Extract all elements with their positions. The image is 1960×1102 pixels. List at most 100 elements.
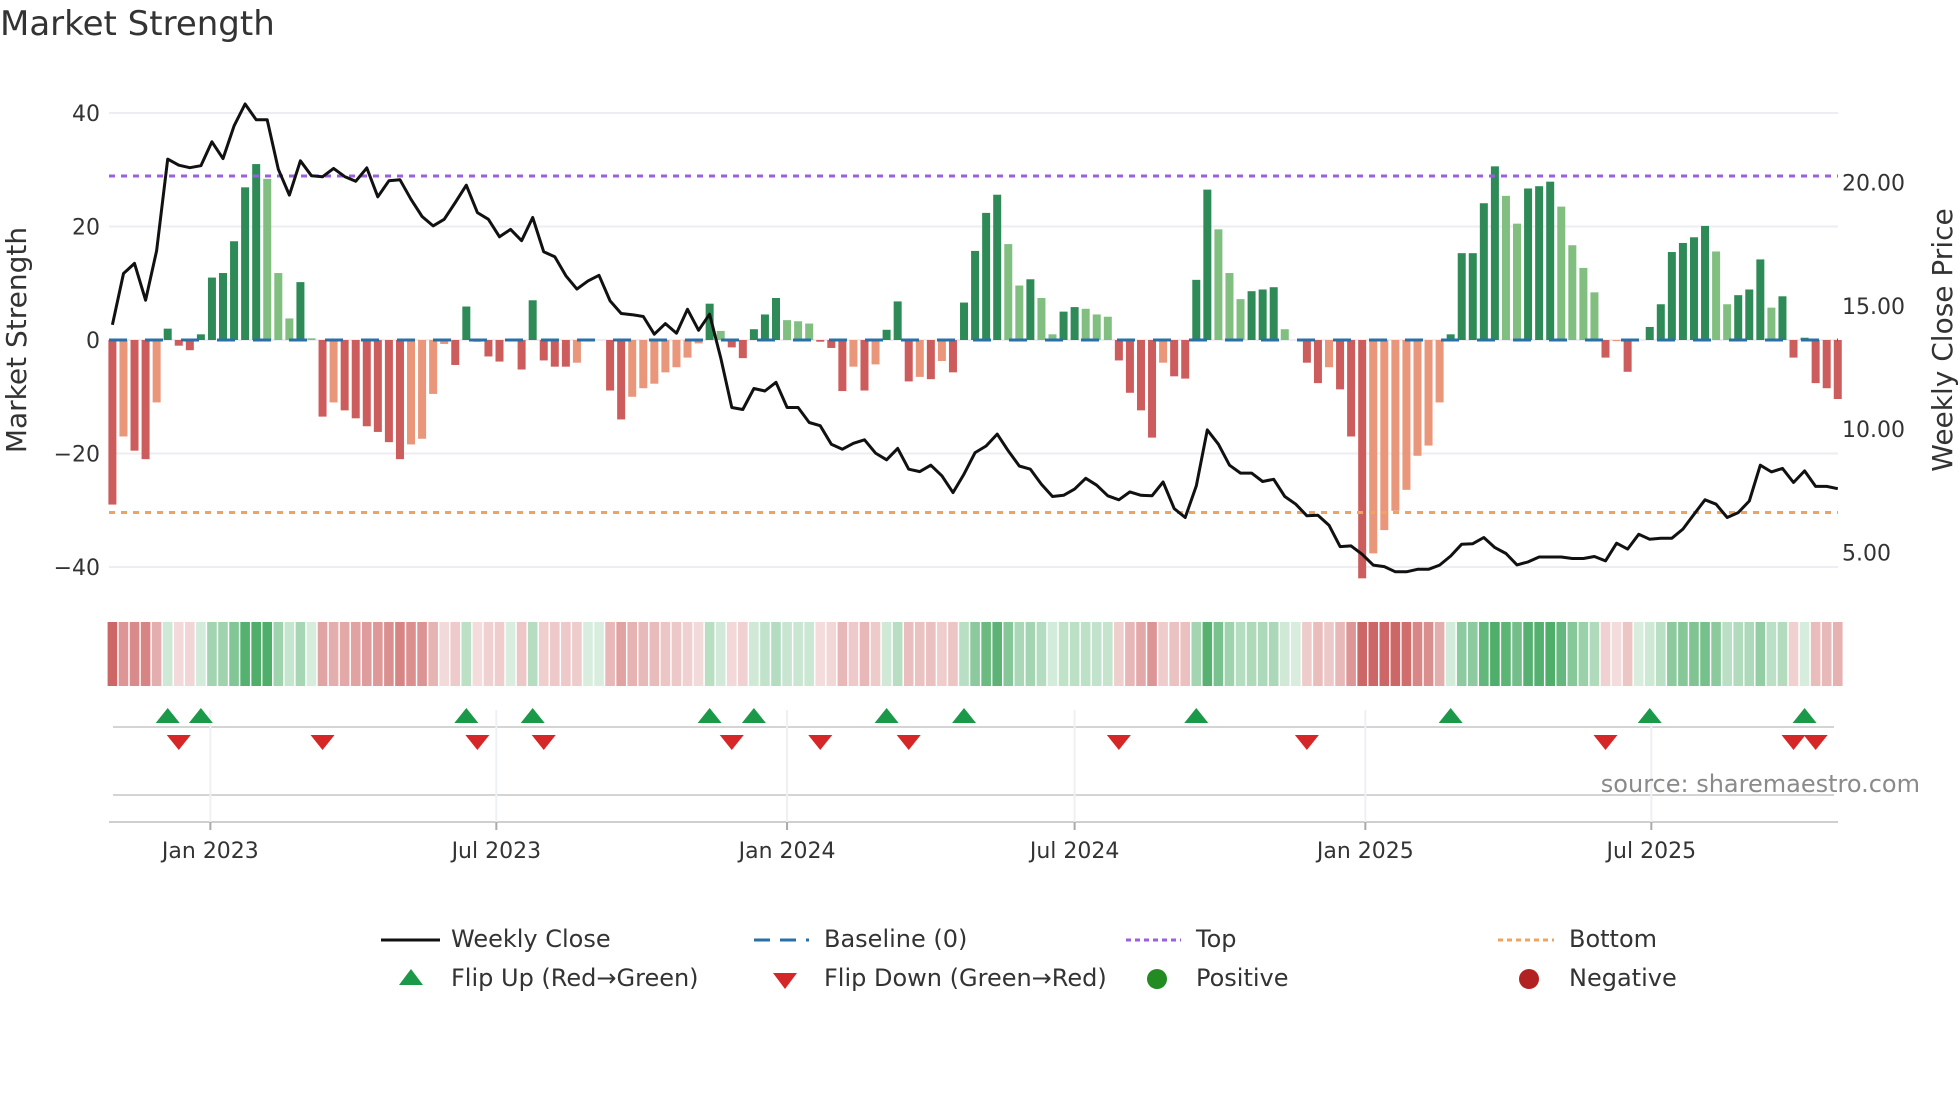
- regime-cell: [107, 622, 118, 686]
- regime-cell: [948, 622, 958, 686]
- regime-cell: [815, 622, 826, 686]
- y2-tick-label: 15.00: [1842, 295, 1905, 320]
- regime-cell: [439, 622, 449, 686]
- strength-bar: [772, 298, 780, 340]
- strength-bar: [1468, 253, 1477, 340]
- regime-cell: [1346, 622, 1356, 686]
- strength-bar: [960, 302, 969, 340]
- regime-cell: [892, 622, 903, 686]
- regime-cell: [1467, 622, 1478, 686]
- regime-cell: [428, 622, 438, 686]
- strength-bar: [749, 329, 758, 340]
- regime-cell: [505, 622, 516, 686]
- strength-bar: [1579, 267, 1588, 340]
- strength-bar: [1568, 245, 1577, 340]
- strength-bar: [1159, 340, 1168, 363]
- regime-cell: [273, 622, 284, 686]
- strength-bar: [1004, 244, 1013, 340]
- strength-bar: [252, 164, 261, 340]
- strength-bar: [230, 241, 239, 340]
- strength-bar: [1203, 189, 1212, 340]
- regime-cell: [1158, 622, 1168, 686]
- regime-cell: [926, 622, 936, 686]
- strength-bar: [860, 340, 869, 391]
- strength-bar: [119, 340, 128, 437]
- flip-down-marker: [166, 735, 191, 750]
- strength-bar: [1789, 340, 1798, 358]
- strength-bar: [152, 340, 161, 403]
- regime-cell: [782, 622, 792, 686]
- strength-bar: [1656, 304, 1665, 340]
- regime-cell: [693, 622, 704, 686]
- regime-cell: [1357, 622, 1367, 686]
- axes: 40 20 0 −20 −40 20.00 15.00 10.00 5.00 Jan 2023 Ju…: [54, 102, 1905, 864]
- legend-swatches: [381, 938, 1554, 989]
- strength-bar: [1612, 340, 1621, 342]
- regime-cell: [903, 622, 914, 686]
- strength-bar: [1369, 340, 1378, 554]
- regime-cell: [826, 622, 837, 686]
- strength-bar: [1103, 316, 1112, 340]
- strength-bar: [185, 340, 194, 351]
- regime-cell: [129, 622, 140, 686]
- flip-up-marker: [454, 708, 479, 723]
- flip-up-marker: [1792, 708, 1817, 723]
- regime-cell: [1589, 622, 1600, 686]
- regime-cell: [649, 622, 660, 686]
- strength-bar: [373, 340, 382, 432]
- strength-bar: [296, 282, 305, 340]
- strength-bar: [572, 340, 581, 363]
- regime-cell: [1047, 622, 1058, 686]
- regime-cell: [760, 622, 770, 686]
- regime-cell: [704, 622, 715, 686]
- strength-bar: [1015, 285, 1024, 340]
- regime-cell: [1368, 622, 1379, 686]
- regime-cell: [1667, 622, 1677, 686]
- regime-cell: [262, 622, 273, 686]
- regime-cell: [1291, 622, 1301, 686]
- regime-cell: [1103, 622, 1113, 686]
- x-tick-label: Jan 2025: [1315, 839, 1414, 864]
- regime-cell: [771, 622, 781, 686]
- regime-cell: [1069, 622, 1080, 686]
- regime-cell: [749, 622, 759, 686]
- strength-bar: [1026, 279, 1035, 340]
- regime-cell: [1523, 622, 1533, 686]
- regime-cell: [1512, 622, 1522, 686]
- strength-bar: [418, 340, 427, 439]
- regime-cell: [1456, 622, 1467, 686]
- strength-bar: [241, 187, 250, 340]
- strength-bar: [1391, 340, 1400, 511]
- strength-bar: [539, 340, 548, 361]
- regime-cell: [1777, 622, 1788, 686]
- strength-bar: [1225, 273, 1234, 340]
- regime-cell: [627, 622, 638, 686]
- regime-cell: [682, 622, 693, 686]
- strength-bar: [1037, 298, 1046, 340]
- strength-bar: [783, 320, 792, 340]
- regime-cell: [1213, 622, 1224, 686]
- strength-bar: [395, 340, 404, 460]
- strength-bar: [661, 340, 670, 373]
- regime-cell: [981, 622, 991, 686]
- regime-cell: [1025, 622, 1036, 686]
- regime-cell: [240, 622, 250, 686]
- strength-bar: [484, 340, 493, 357]
- regime-cell: [251, 622, 261, 686]
- strength-bar: [1833, 340, 1842, 400]
- strength-bar: [384, 340, 393, 443]
- regime-cell: [1611, 622, 1622, 686]
- flip-up-marker: [874, 708, 899, 723]
- y-tick-label: −20: [54, 443, 100, 468]
- strength-bar: [407, 340, 416, 445]
- strength-bar: [1247, 291, 1256, 340]
- strength-bar: [362, 340, 371, 427]
- flip-up-marker: [697, 708, 722, 723]
- regime-cell: [660, 622, 671, 686]
- strength-bar: [1501, 195, 1510, 340]
- strength-bar: [1546, 181, 1555, 340]
- x-tick-label: Jan 2024: [737, 839, 836, 864]
- regime-cell: [848, 622, 859, 686]
- strength-bar: [1280, 329, 1289, 340]
- strength-bar: [163, 328, 172, 340]
